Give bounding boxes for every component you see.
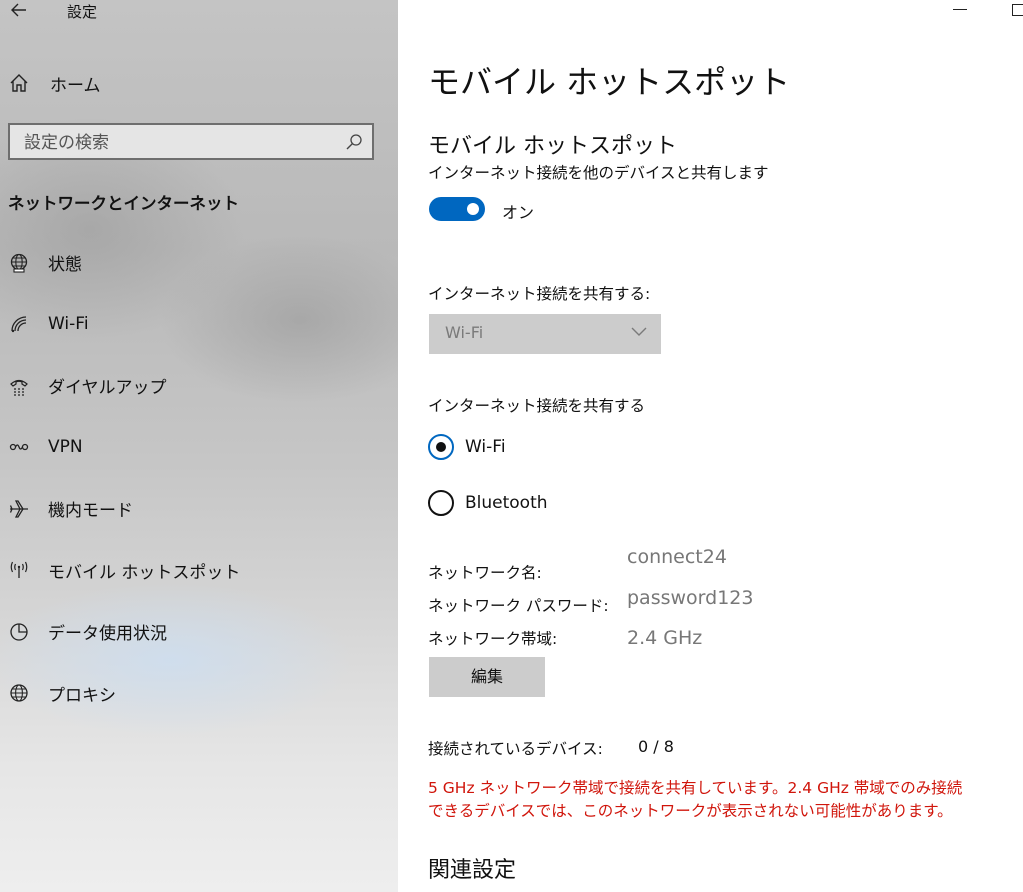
network-band-value: 2.4 GHz — [627, 627, 703, 649]
sidebar-item-status[interactable]: 状態 — [0, 232, 398, 294]
sidebar-item-label: モバイル ホットスポット — [48, 562, 241, 583]
sidebar-nav-list: 状態 Wi-Fi ダイヤルアップ VPN 機内モード モバイル ホットスポット … — [0, 232, 398, 724]
wifi-icon — [8, 313, 30, 335]
network-password-label: ネットワーク パスワード: — [428, 597, 609, 615]
sidebar-item-label: Wi-Fi — [48, 314, 89, 335]
back-arrow-icon[interactable] — [9, 0, 29, 20]
warning-line-2: できるデバイスでは、このネットワークが表示されない可能性があります。 — [428, 802, 953, 820]
sidebar-item-dialup[interactable]: ダイヤルアップ — [0, 355, 398, 417]
sidebar-item-label: ダイヤルアップ — [48, 378, 167, 399]
sidebar-item-label: 機内モード — [48, 501, 133, 522]
chevron-down-icon — [631, 327, 647, 336]
connected-devices-label: 接続されているデバイス: — [428, 740, 603, 758]
data-usage-icon — [8, 621, 30, 643]
maximize-button[interactable] — [1012, 4, 1023, 16]
network-password-value: password123 — [627, 587, 754, 609]
minimize-button[interactable] — [953, 9, 967, 10]
radio-label: Wi-Fi — [465, 437, 506, 457]
sidebar-item-airplane-mode[interactable]: 機内モード — [0, 478, 398, 540]
network-name-label: ネットワーク名: — [428, 564, 542, 582]
hotspot-description: インターネット接続を他のデバイスと共有します — [428, 164, 769, 182]
sidebar-item-proxy[interactable]: プロキシ — [0, 663, 398, 725]
band-warning-text: 5 GHz ネットワーク帯域で接続を共有しています。2.4 GHz 帯域でのみ接… — [428, 777, 1018, 823]
sidebar-item-label: VPN — [48, 437, 83, 458]
sidebar-item-mobile-hotspot[interactable]: モバイル ホットスポット — [0, 540, 398, 602]
sidebar: 設定 ホーム ネットワークとインターネット 状態 — [0, 0, 398, 892]
related-settings-heading: 関連設定 — [428, 858, 517, 883]
sidebar-item-label: プロキシ — [48, 685, 116, 706]
hotspot-toggle[interactable] — [429, 197, 485, 221]
warning-line-1: 5 GHz ネットワーク帯域で接続を共有しています。2.4 GHz 帯域でのみ接… — [428, 779, 963, 797]
sidebar-home-label: ホーム — [50, 75, 101, 96]
sidebar-item-home[interactable]: ホーム — [8, 68, 101, 98]
network-name-value: connect24 — [627, 546, 727, 568]
search-box[interactable] — [8, 123, 374, 160]
vpn-icon — [8, 436, 30, 458]
share-from-label: インターネット接続を共有する: — [428, 285, 651, 303]
share-from-dropdown[interactable]: Wi-Fi — [429, 314, 661, 354]
sidebar-item-label: 状態 — [48, 255, 82, 276]
hotspot-icon — [8, 559, 30, 581]
radio-option-bluetooth[interactable]: Bluetooth — [428, 490, 548, 516]
radio-button-unchecked[interactable] — [428, 490, 454, 516]
connected-devices-value: 0 / 8 — [638, 737, 674, 756]
proxy-globe-icon — [8, 682, 30, 704]
sidebar-item-label: データ使用状況 — [48, 624, 167, 645]
radio-button-checked[interactable] — [428, 434, 454, 460]
sidebar-item-wifi[interactable]: Wi-Fi — [0, 294, 398, 356]
sidebar-section-title: ネットワークとインターネット — [8, 194, 239, 213]
toggle-state-label: オン — [502, 203, 535, 222]
globe-status-icon — [8, 252, 30, 274]
page-title: モバイル ホットスポット — [428, 63, 791, 101]
toggle-knob — [467, 203, 479, 215]
sidebar-item-data-usage[interactable]: データ使用状況 — [0, 601, 398, 663]
sidebar-item-vpn[interactable]: VPN — [0, 417, 398, 479]
window-title: 設定 — [67, 3, 98, 21]
search-icon[interactable] — [345, 133, 363, 151]
dropdown-selected-value: Wi-Fi — [445, 323, 484, 342]
section-title: モバイル ホットスポット — [428, 134, 677, 159]
main-content: モバイル ホットスポット モバイル ホットスポット インターネット接続を他のデバ… — [398, 0, 1023, 892]
dialup-icon — [8, 375, 30, 397]
airplane-icon — [8, 498, 30, 520]
edit-button[interactable]: 編集 — [429, 657, 545, 697]
radio-label: Bluetooth — [465, 493, 548, 513]
home-icon — [10, 74, 28, 92]
radio-option-wifi[interactable]: Wi-Fi — [428, 434, 506, 460]
share-over-label: インターネット接続を共有する — [428, 397, 646, 415]
search-input[interactable] — [10, 125, 346, 160]
network-band-label: ネットワーク帯域: — [428, 630, 558, 648]
